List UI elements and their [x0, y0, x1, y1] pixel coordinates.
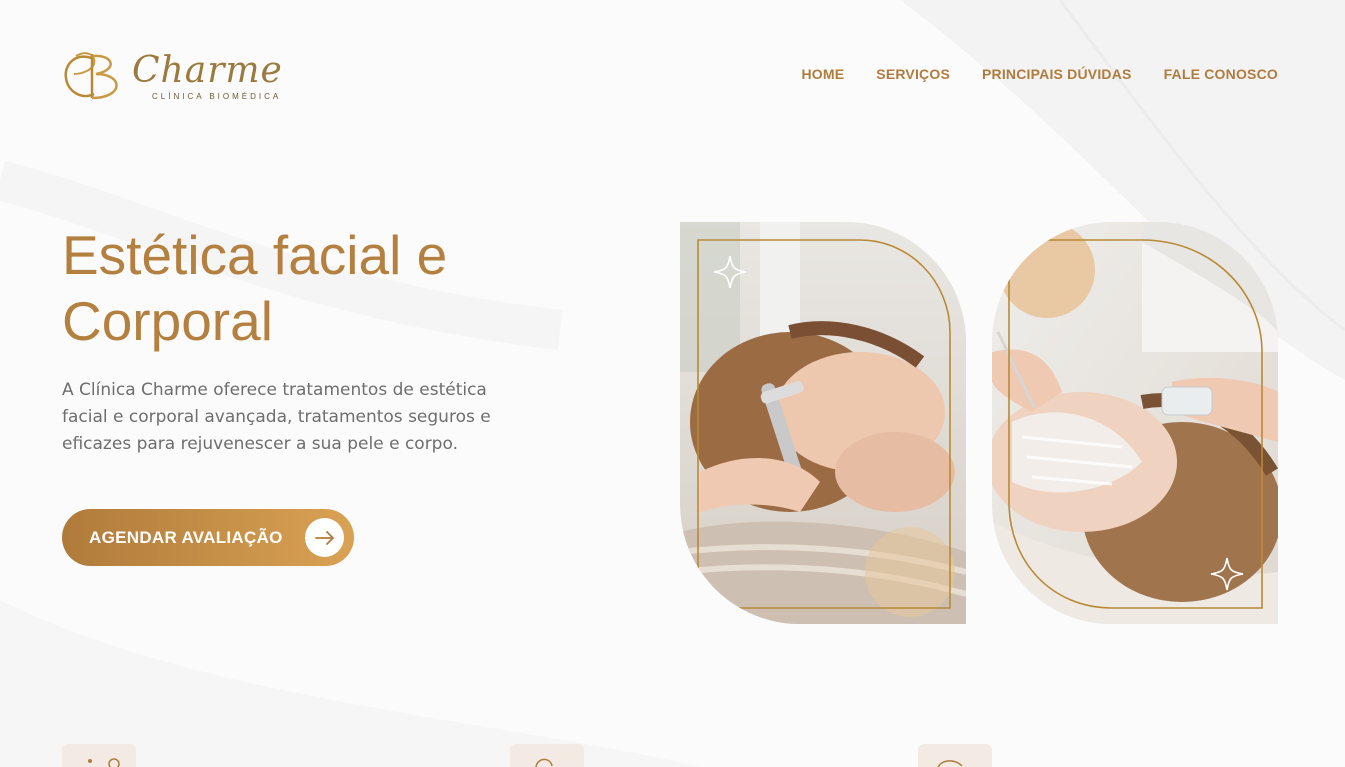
feature-icon-box-1 [62, 744, 136, 767]
hero-description: A Clínica Charme oferece tratamentos de … [62, 380, 491, 454]
arrow-right-icon [305, 518, 344, 557]
main-nav: HOME SERVIÇOS PRINCIPAIS DÚVIDAS FALE CO… [801, 66, 1278, 82]
brand-logo[interactable]: Charme CLÍNICA BIOMÉDICA [62, 48, 283, 104]
facial-mask-photo [992, 222, 1278, 624]
feature-icon-box-3 [918, 744, 992, 767]
feature-icon [937, 760, 963, 767]
nav-principais-duvidas[interactable]: PRINCIPAIS DÚVIDAS [982, 66, 1132, 82]
brand-tagline: CLÍNICA BIOMÉDICA [152, 91, 282, 101]
cta-label: AGENDAR AVALIAÇÃO [89, 527, 283, 547]
brand-name: Charme [132, 49, 283, 91]
feature-icon [535, 758, 553, 767]
feature-icon-box-2 [510, 744, 584, 767]
hero-title-line2: Corporal [62, 290, 273, 352]
monogram-logo-icon [64, 52, 118, 100]
feature-icon [88, 758, 120, 767]
schedule-evaluation-button[interactable]: AGENDAR AVALIAÇÃO [62, 509, 354, 566]
nav-fale-conosco[interactable]: FALE CONOSCO [1164, 66, 1278, 82]
site-header: Charme CLÍNICA BIOMÉDICA HOME SERVIÇOS P… [62, 48, 1278, 108]
facial-treatment-photo [680, 222, 966, 624]
nav-servicos[interactable]: SERVIÇOS [876, 66, 950, 82]
nav-home[interactable]: HOME [801, 66, 844, 82]
hero-title-line1: Estética facial e [62, 224, 448, 286]
hero-title: Estética facial e Corporal [62, 222, 542, 354]
